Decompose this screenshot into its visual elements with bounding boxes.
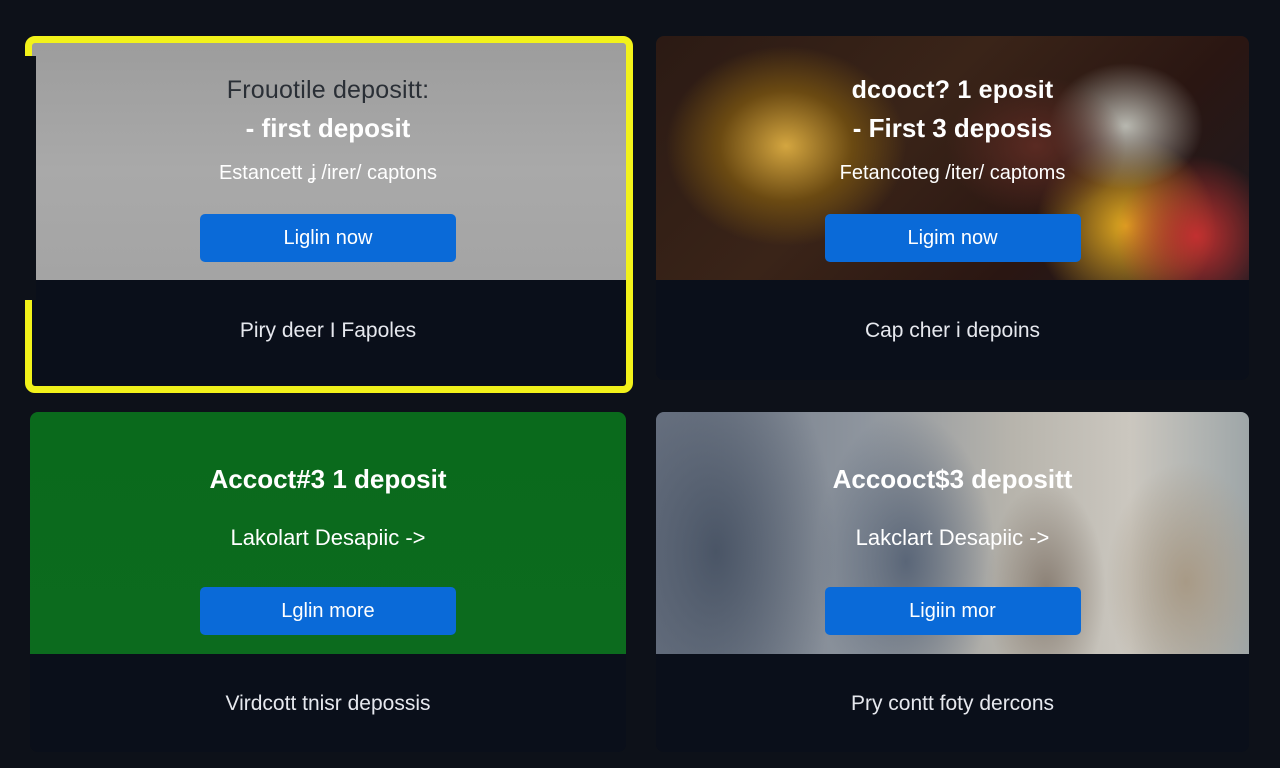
login-button-2[interactable]: Ligim now: [824, 214, 1081, 262]
offer-heading-2: dcooct? 1 eposit: [851, 76, 1054, 104]
offer-subheading-1: - first deposit: [245, 113, 411, 143]
login-button-1[interactable]: Liglin now: [200, 214, 456, 262]
login-more-button-4[interactable]: Ligiin mor: [824, 587, 1081, 635]
offer-footer-3: Virdcott tnisr depossis: [225, 692, 431, 715]
offer-footer-1: Piry deer I Fapoles: [239, 319, 417, 342]
offer-banner-1: Frouotile depositt: - first deposit Esta…: [30, 36, 626, 280]
offer-caption-1: Estancett ʝ /irer/ captons: [218, 162, 438, 184]
offer-link-3[interactable]: Lakolart Desapiic ->: [230, 525, 425, 551]
offer-footer-2: Cap cher i depoins: [864, 319, 1041, 342]
offer-link-4[interactable]: Lakclart Desapiic ->: [856, 525, 1050, 551]
offer-grid: Frouotile depositt: - first deposit Esta…: [0, 0, 1280, 768]
offer-heading-4: Accooct$3 depositt: [832, 464, 1073, 494]
offer-card-2[interactable]: dcooct? 1 eposit - First 3 deposis Fetan…: [656, 36, 1249, 380]
offer-banner-3: Accoct#3 1 deposit Lakolart Desapiic -> …: [30, 412, 626, 654]
highlight-gap: [22, 56, 36, 300]
offer-card-1[interactable]: Frouotile depositt: - first deposit Esta…: [30, 36, 626, 380]
login-more-button-3[interactable]: Lglin more: [200, 587, 456, 635]
offer-heading-3: Accoct#3 1 deposit: [209, 464, 447, 494]
offer-heading-1: Frouotile depositt:: [226, 76, 430, 104]
offer-footer-4: Pry contt foty dercons: [850, 692, 1055, 715]
offer-caption-2: Fetancoteg /iter/ captoms: [839, 162, 1066, 184]
offer-subheading-2: - First 3 deposis: [852, 113, 1053, 143]
offer-card-3[interactable]: Accoct#3 1 deposit Lakolart Desapiic -> …: [30, 412, 626, 752]
offer-banner-4: Accooct$3 depositt Lakclart Desapiic -> …: [656, 412, 1249, 654]
offer-banner-2: dcooct? 1 eposit - First 3 deposis Fetan…: [656, 36, 1249, 280]
offer-card-4[interactable]: Accooct$3 depositt Lakclart Desapiic -> …: [656, 412, 1249, 752]
